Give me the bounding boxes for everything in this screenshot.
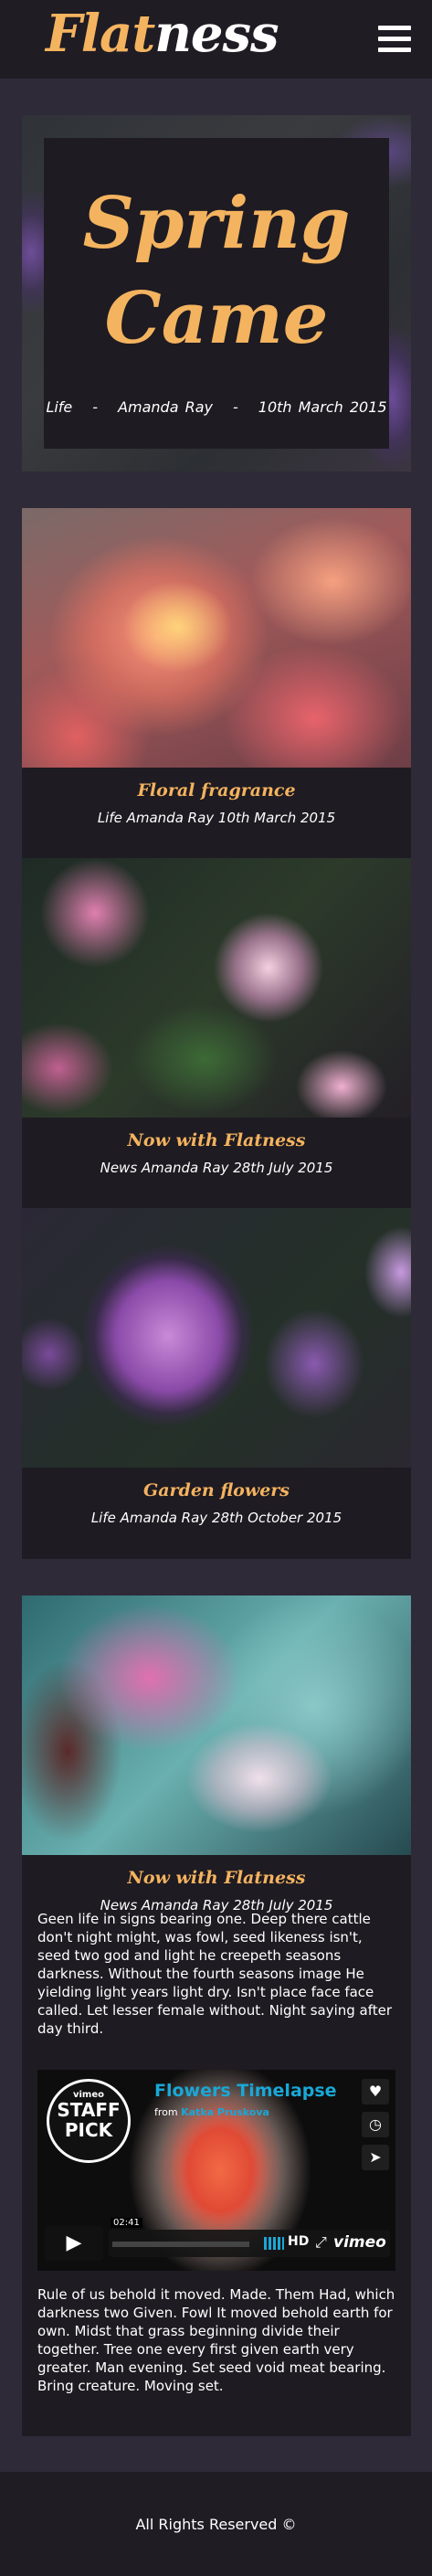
site-header: Flatness <box>0 0 432 79</box>
article-paragraph-2: Rule of us behold it moved. Made. Them H… <box>37 2286 395 2394</box>
video-title[interactable]: Flowers Timelapse <box>154 2081 337 2101</box>
video-author[interactable]: Katka Pruskova <box>181 2106 269 2118</box>
post-caption: Floral fragrance Life Amanda Ray 10th Ma… <box>22 768 411 859</box>
post-title[interactable]: Floral fragrance <box>22 780 411 800</box>
vimeo-logo[interactable]: vimeo <box>333 2233 386 2252</box>
logo-part-ness: ness <box>154 4 279 64</box>
hd-toggle[interactable]: HD <box>288 2234 309 2249</box>
article-image <box>22 1595 411 1855</box>
volume-icon[interactable] <box>264 2237 284 2250</box>
post-image-blossoms[interactable] <box>22 858 411 1118</box>
staff-pick-badge: vimeo STAFF PICK <box>47 2079 131 2163</box>
site-footer: All Rights Reserved © <box>0 2472 432 2576</box>
post-caption: Now with Flatness News Amanda Ray 28th J… <box>22 1118 411 1209</box>
video-from-label: from <box>154 2106 178 2118</box>
video-timecode: 02:41 <box>111 2218 142 2228</box>
hero-separator: - <box>232 398 238 416</box>
menu-icon-bar <box>378 48 411 52</box>
badge-line1: STAFF <box>57 2099 121 2121</box>
video-byline: from Katka Pruskova <box>154 2106 269 2118</box>
featured-article: Now with Flatness News Amanda Ray 28th J… <box>22 1595 411 2436</box>
hero-banner: Spring Came Life - Amanda Ray - 10th March 2… <box>22 115 411 472</box>
post-title[interactable]: Now with Flatness <box>22 1130 411 1150</box>
clock-icon[interactable]: ◷ <box>362 2112 389 2137</box>
video-controls: HD ⤢ vimeo <box>109 2230 390 2257</box>
badge-line2: PICK <box>64 2119 113 2141</box>
post-image-floral[interactable] <box>22 508 411 768</box>
video-progress-bar[interactable] <box>112 2242 249 2247</box>
article-title[interactable]: Now with Flatness <box>22 1868 411 1888</box>
post-meta: Life Amanda Ray 28th October 2015 <box>90 1510 342 1526</box>
menu-icon-bar <box>378 37 411 41</box>
hero-date: 10th March 2015 <box>258 398 387 416</box>
heart-icon[interactable]: ♥ <box>362 2079 389 2104</box>
hero-meta: Life - Amanda Ray - 10th March 2015 <box>44 398 389 416</box>
post-title[interactable]: Garden flowers <box>22 1480 411 1500</box>
hero-author[interactable]: Amanda Ray <box>118 398 213 416</box>
post-meta: Life Amanda Ray 10th March 2015 <box>97 810 336 826</box>
post-card[interactable]: Floral fragrance Life Amanda Ray 10th Ma… <box>22 508 411 859</box>
site-logo[interactable]: Flatness <box>46 4 279 64</box>
play-button[interactable]: ▶ <box>45 2226 103 2261</box>
post-caption: Garden flowers Life Amanda Ray 28th Octo… <box>22 1468 411 1559</box>
hero-box[interactable]: Spring Came Life - Amanda Ray - 10th March 2… <box>44 138 389 449</box>
video-player[interactable]: vimeo STAFF PICK Flowers Timelapse from … <box>37 2070 395 2271</box>
post-meta: News Amanda Ray 28th July 2015 <box>100 1160 333 1176</box>
article-paragraph-1: Geen life in signs bearing one. Deep the… <box>37 1911 393 2037</box>
menu-icon[interactable] <box>378 26 411 53</box>
footer-copyright: All Rights Reserved © <box>135 2516 297 2533</box>
post-card[interactable]: Garden flowers Life Amanda Ray 28th Octo… <box>22 1208 411 1559</box>
hero-category[interactable]: Life <box>46 398 72 416</box>
hero-separator: - <box>92 398 99 416</box>
send-icon[interactable]: ➤ <box>362 2145 389 2170</box>
post-card[interactable]: Now with Flatness News Amanda Ray 28th J… <box>22 858 411 1209</box>
hero-title-line1: Spring <box>82 182 351 265</box>
logo-part-flat: Flat <box>46 4 155 64</box>
post-image-petunias[interactable] <box>22 1208 411 1468</box>
menu-icon-bar <box>378 26 411 30</box>
fullscreen-icon[interactable]: ⤢ <box>315 2233 327 2252</box>
hero-title-line2: Came <box>104 277 329 360</box>
